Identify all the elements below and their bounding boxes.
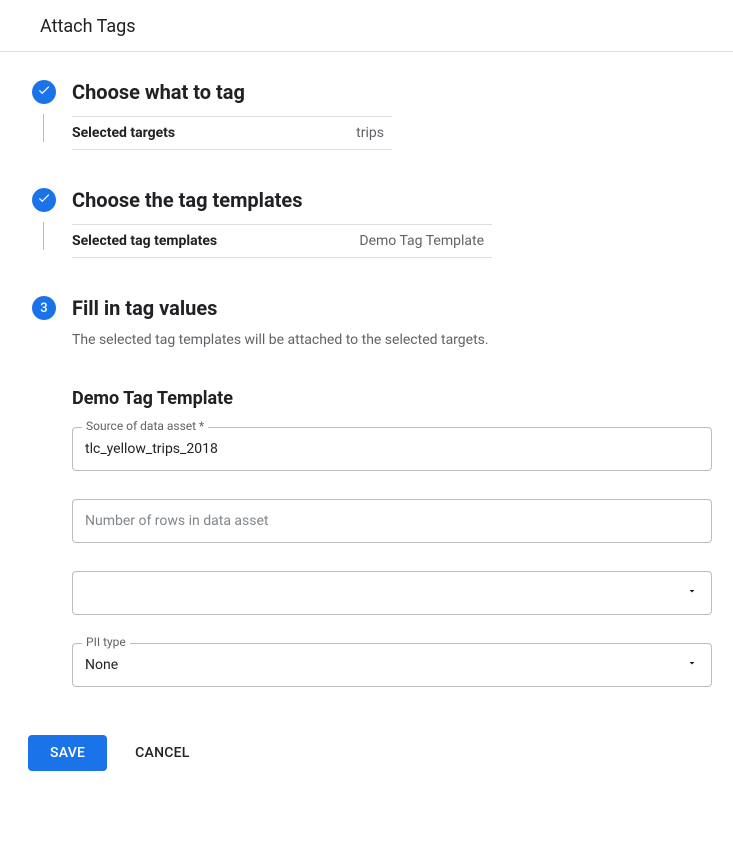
source-label: Source of data asset * — [82, 419, 208, 433]
step-fill-in-tag-values: 3 Fill in tag values The selected tag te… — [28, 296, 705, 715]
source-input[interactable] — [72, 427, 712, 471]
field-unnamed-dropdown — [72, 571, 712, 615]
step3-number-badge: 3 — [32, 296, 56, 320]
save-button[interactable]: SAVE — [28, 735, 107, 771]
step2-complete-badge — [32, 188, 56, 212]
step1-title: Choose what to tag — [72, 80, 705, 104]
field-number-of-rows — [72, 499, 712, 543]
step-connector — [43, 222, 44, 250]
step1-summary-row: Selected targets trips — [72, 116, 392, 150]
step2-summary-label: Selected tag templates — [72, 233, 217, 249]
step1-summary-value: trips — [356, 125, 392, 141]
field-pii-type: PII type None — [72, 643, 712, 687]
check-icon — [37, 83, 51, 101]
cancel-button[interactable]: CANCEL — [135, 745, 189, 761]
page-title: Attach Tags — [0, 0, 733, 52]
step1-summary-label: Selected targets — [72, 125, 175, 141]
footer-actions: SAVE CANCEL — [28, 735, 705, 771]
step3-description: The selected tag templates will be attac… — [72, 332, 712, 348]
step2-title: Choose the tag templates — [72, 188, 705, 212]
step2-summary-value: Demo Tag Template — [359, 233, 492, 249]
form-section-heading: Demo Tag Template — [72, 388, 712, 409]
unnamed-dropdown[interactable] — [72, 571, 712, 615]
step1-complete-badge — [32, 80, 56, 104]
step-choose-tag-templates: Choose the tag templates Selected tag te… — [28, 188, 705, 258]
main-content: Choose what to tag Selected targets trip… — [0, 52, 733, 799]
rows-input[interactable] — [72, 499, 712, 543]
check-icon — [37, 191, 51, 209]
pii-label: PII type — [82, 635, 130, 649]
pii-dropdown[interactable]: None — [72, 643, 712, 687]
field-source-of-data-asset: Source of data asset * — [72, 427, 712, 471]
step-choose-what-to-tag: Choose what to tag Selected targets trip… — [28, 80, 705, 150]
step3-title: Fill in tag values — [72, 296, 712, 320]
pii-dropdown-value: None — [85, 657, 118, 673]
step-connector — [43, 114, 44, 142]
step2-summary-row: Selected tag templates Demo Tag Template — [72, 224, 492, 258]
